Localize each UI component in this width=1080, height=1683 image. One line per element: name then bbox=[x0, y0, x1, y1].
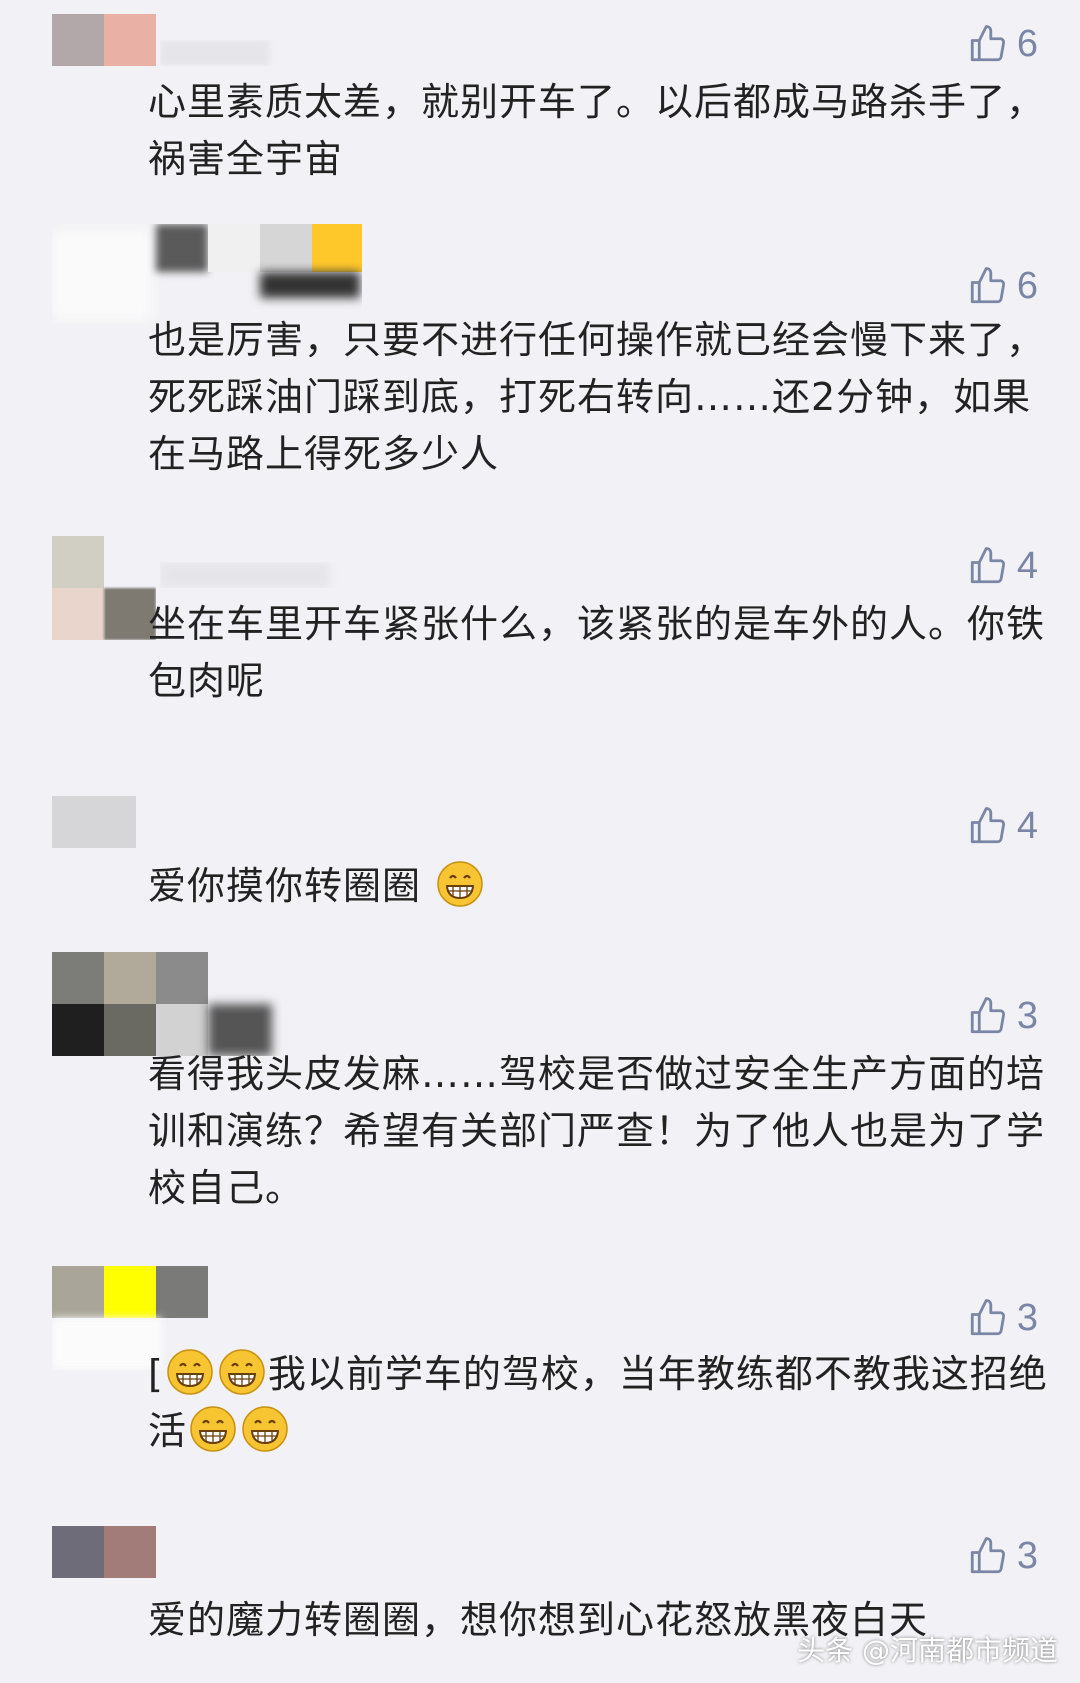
like-count: 3 bbox=[1016, 1296, 1038, 1339]
thumbs-up-icon bbox=[970, 267, 1005, 304]
comment-text: 坐在车里开车紧张什么，该紧张的是车外的人。你铁包肉呢 bbox=[148, 602, 1046, 703]
like-count: 3 bbox=[1016, 994, 1038, 1037]
thumbs-up-icon bbox=[970, 807, 1005, 844]
avatar[interactable] bbox=[52, 796, 156, 852]
like-count: 6 bbox=[1016, 264, 1038, 307]
like-button[interactable]: 6 bbox=[967, 22, 1038, 66]
grinning-emoji-icon bbox=[242, 1406, 288, 1452]
thumbs-up-icon bbox=[970, 547, 1005, 584]
like-button[interactable]: 3 bbox=[967, 994, 1038, 1038]
comment-text: 爱你摸你转圈圈 bbox=[148, 858, 1048, 915]
watermark: 头条 @河南都市频道 bbox=[797, 1634, 1058, 1667]
comment-text: 看得我头皮发麻……驾校是否做过安全生产方面的培训和演练？希望有关部门严查！为了他… bbox=[148, 1052, 1046, 1210]
thumbs-up-icon bbox=[970, 997, 1005, 1034]
like-count: 3 bbox=[1016, 1534, 1038, 1577]
grinning-emoji-icon bbox=[190, 1406, 236, 1452]
comment-text-part: 爱你摸你转圈圈 bbox=[148, 864, 422, 908]
like-count: 6 bbox=[1016, 22, 1038, 65]
avatar[interactable] bbox=[52, 536, 156, 640]
like-button[interactable]: 4 bbox=[967, 544, 1038, 588]
like-button[interactable]: 6 bbox=[967, 264, 1038, 308]
avatar[interactable] bbox=[52, 14, 156, 118]
thumbs-up-icon bbox=[970, 25, 1005, 62]
like-count: 4 bbox=[1016, 804, 1038, 847]
thumbs-up-icon bbox=[970, 1537, 1005, 1574]
avatar[interactable] bbox=[52, 224, 362, 324]
username-blurred[interactable] bbox=[160, 562, 360, 588]
like-button[interactable]: 3 bbox=[967, 1296, 1038, 1340]
thumbs-up-icon bbox=[970, 1299, 1005, 1336]
like-button[interactable]: 4 bbox=[967, 804, 1038, 848]
grinning-emoji-icon bbox=[437, 861, 483, 907]
comment-text: 也是厉害，只要不进行任何操作就已经会慢下来了，死死踩油门踩到底，打死右转向……还… bbox=[148, 318, 1046, 476]
comment-text: 心里素质太差，就别开车了。以后都成马路杀手了，祸害全宇宙 bbox=[148, 80, 1046, 181]
grinning-emoji-icon bbox=[219, 1349, 265, 1395]
username-blurred[interactable] bbox=[160, 40, 360, 66]
comment-text: [我以前学车的驾校，当年教练都不教我这招绝活 bbox=[148, 1346, 1048, 1460]
like-button[interactable]: 3 bbox=[967, 1534, 1038, 1578]
comment-text-part: [ bbox=[148, 1352, 164, 1396]
avatar[interactable] bbox=[52, 952, 282, 1056]
avatar[interactable] bbox=[52, 1526, 156, 1578]
like-count: 4 bbox=[1016, 544, 1038, 587]
grinning-emoji-icon bbox=[167, 1349, 213, 1395]
